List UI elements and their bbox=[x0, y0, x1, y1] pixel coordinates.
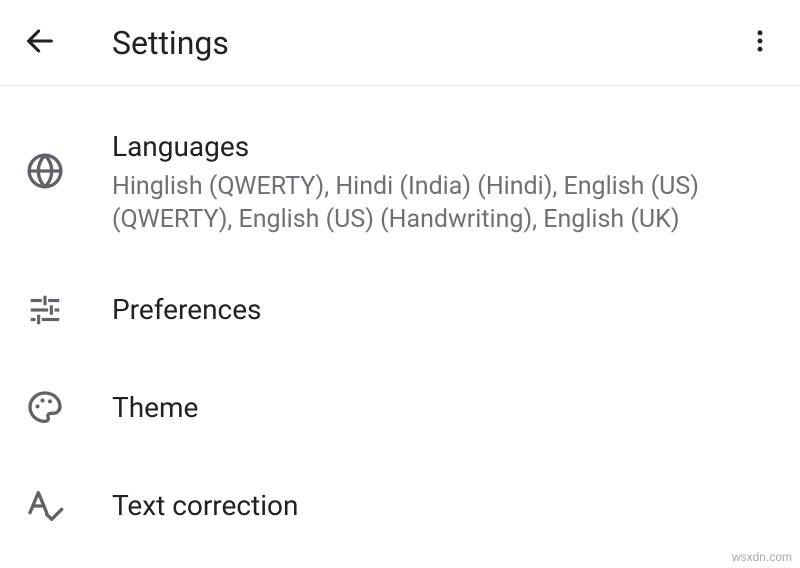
settings-list: Languages Hinglish (QWERTY), Hindi (Indi… bbox=[0, 86, 800, 555]
item-subtitle: Hinglish (QWERTY), Hindi (India) (Hindi)… bbox=[112, 170, 780, 238]
page-title: Settings bbox=[112, 24, 229, 62]
settings-item-preferences[interactable]: Preferences bbox=[0, 261, 800, 359]
item-title: Theme bbox=[112, 391, 780, 425]
settings-item-languages[interactable]: Languages Hinglish (QWERTY), Hindi (Indi… bbox=[0, 96, 800, 261]
more-vert-icon bbox=[746, 27, 774, 59]
palette-icon bbox=[20, 383, 70, 433]
back-button[interactable] bbox=[20, 23, 60, 63]
arrow-back-icon bbox=[23, 24, 57, 62]
watermark: wsxdn.com bbox=[732, 550, 792, 564]
item-body: Text correction bbox=[112, 489, 780, 523]
tune-icon bbox=[20, 285, 70, 335]
item-title: Text correction bbox=[112, 489, 780, 523]
item-title: Languages bbox=[112, 130, 780, 164]
item-body: Languages Hinglish (QWERTY), Hindi (Indi… bbox=[112, 130, 780, 237]
item-title: Preferences bbox=[112, 293, 780, 327]
settings-item-text-correction[interactable]: Text correction bbox=[0, 457, 800, 555]
spellcheck-icon bbox=[20, 481, 70, 531]
globe-icon bbox=[20, 146, 70, 196]
app-bar: Settings bbox=[0, 0, 800, 86]
item-body: Preferences bbox=[112, 293, 780, 327]
settings-item-theme[interactable]: Theme bbox=[0, 359, 800, 457]
item-body: Theme bbox=[112, 391, 780, 425]
overflow-menu-button[interactable] bbox=[740, 23, 780, 63]
